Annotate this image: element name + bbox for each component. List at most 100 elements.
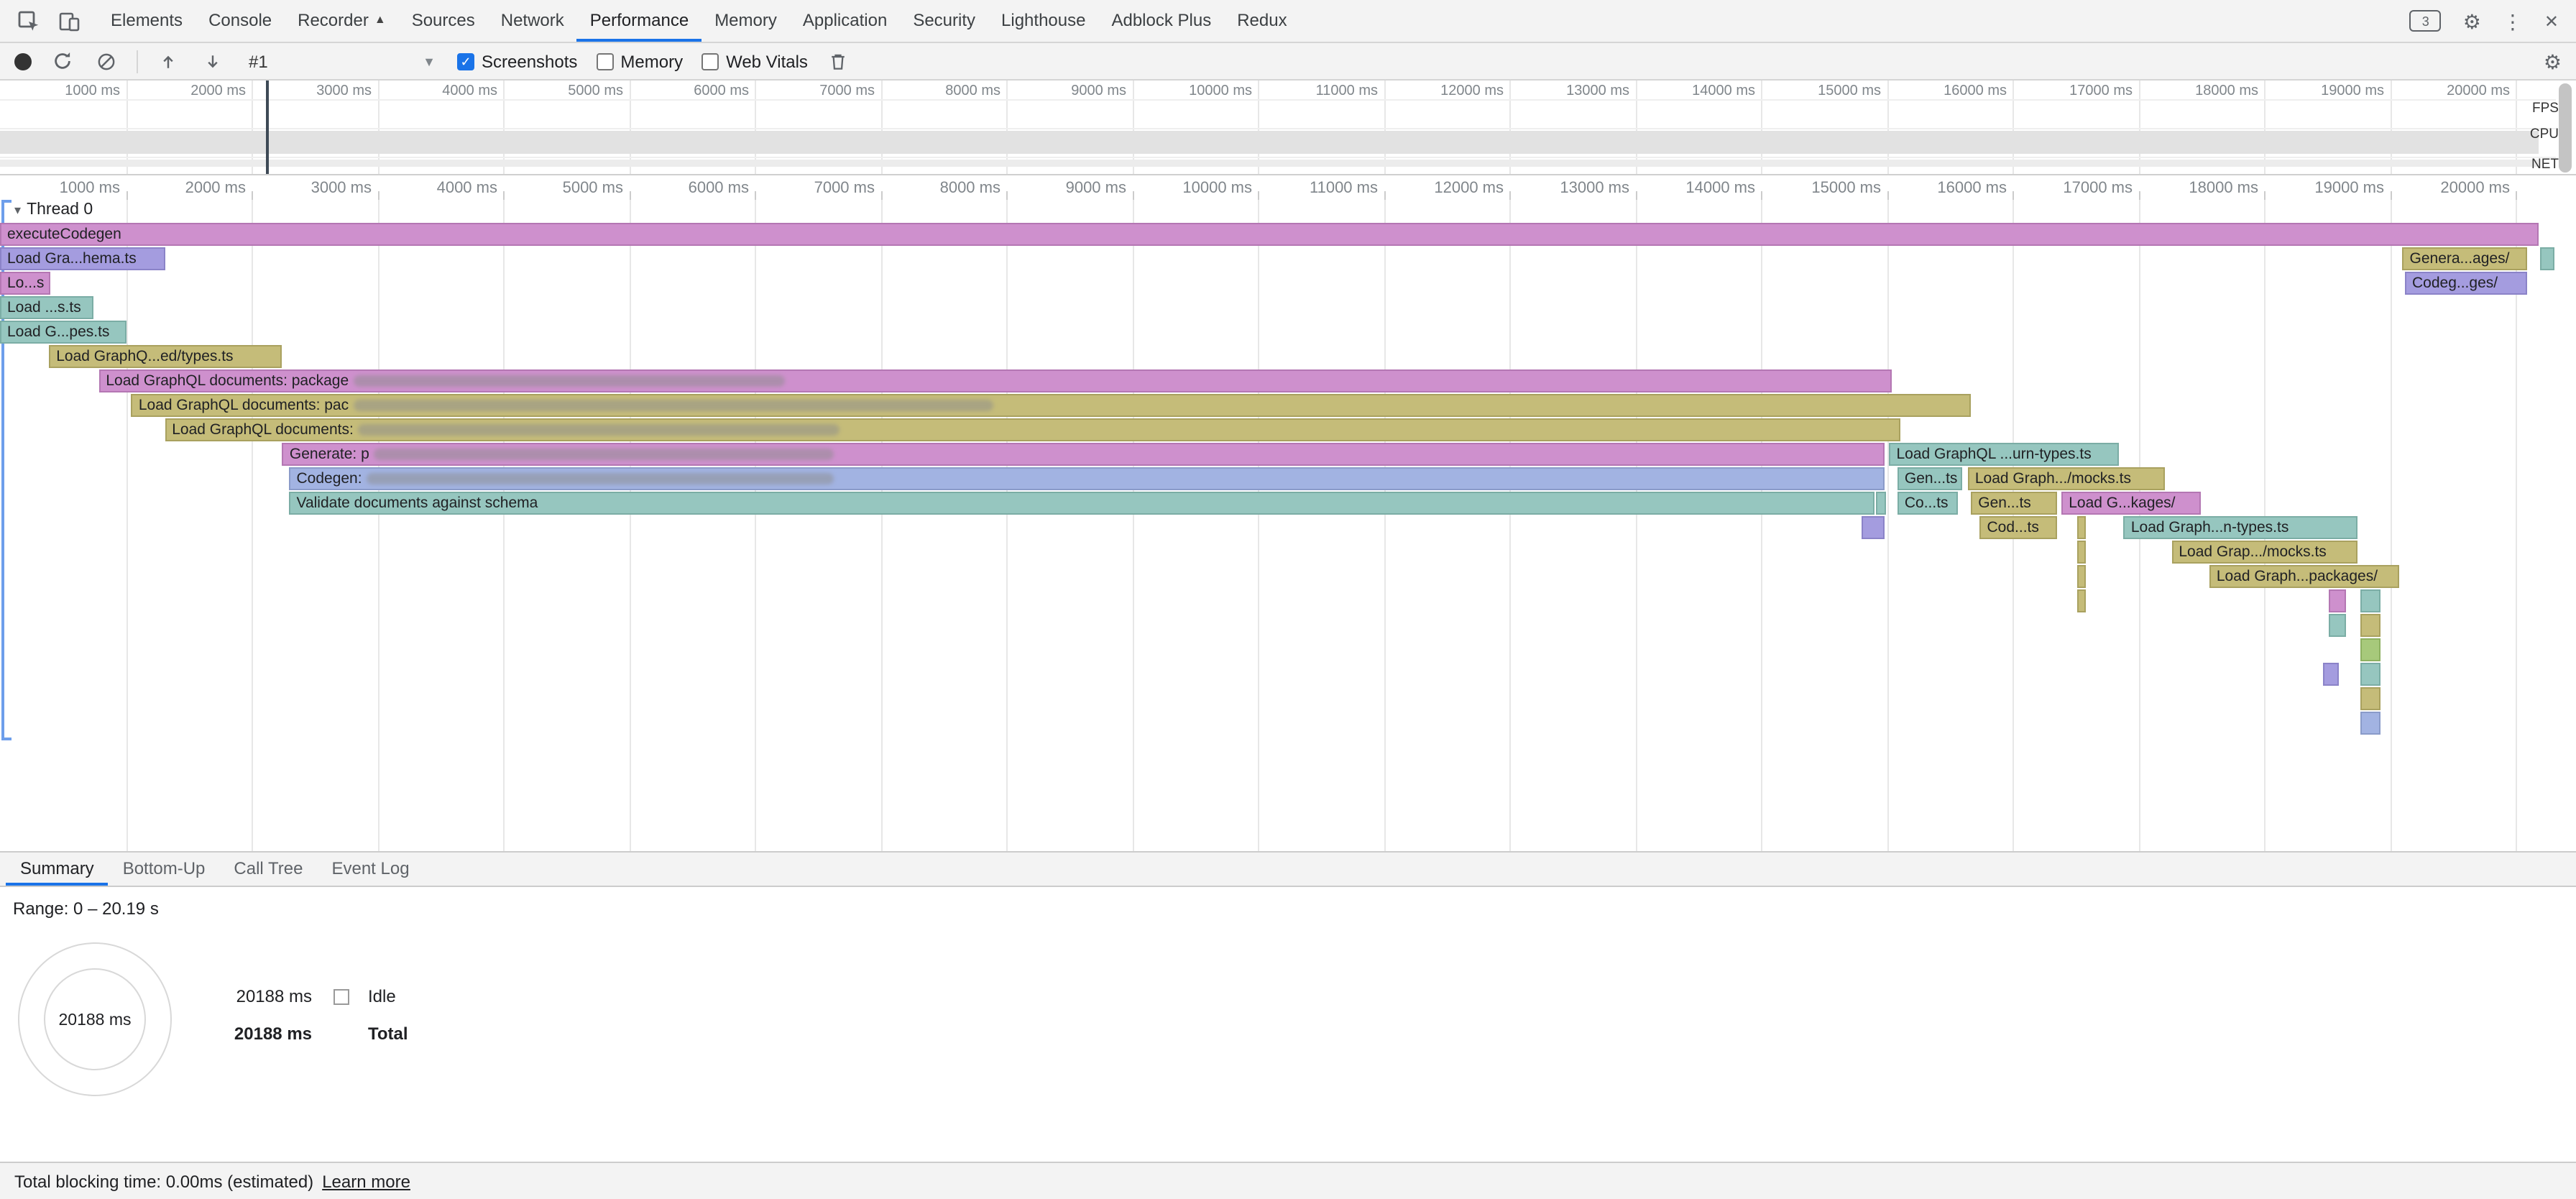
- flame-bar-label: Cod...ts: [1987, 519, 2039, 536]
- ruler-tick-label: 1000 ms: [17, 180, 120, 197]
- tab-memory[interactable]: Memory: [702, 0, 790, 42]
- flame-bar[interactable]: Load Grap.../mocks.ts: [2171, 541, 2357, 564]
- tab-performance[interactable]: Performance: [577, 0, 702, 42]
- ruler-tick-label: 9000 ms: [1023, 180, 1126, 197]
- details-tab-bottom-up[interactable]: Bottom-Up: [109, 853, 220, 886]
- tab-console[interactable]: Console: [196, 0, 285, 42]
- load-profile-icon[interactable]: [154, 47, 183, 75]
- learn-more-link[interactable]: Learn more: [322, 1171, 410, 1191]
- reload-and-record-icon[interactable]: [47, 47, 76, 75]
- checkbox-box-memory[interactable]: [596, 52, 613, 70]
- flame-chart[interactable]: ▾ Thread 0 executeCodegenLoad Gra...hema…: [0, 200, 2556, 851]
- flame-bar[interactable]: Validate documents against schema: [290, 492, 1874, 515]
- redacted-text: [374, 449, 834, 460]
- record-button[interactable]: [14, 52, 32, 70]
- flame-bar[interactable]: Genera...ages/: [2403, 247, 2527, 270]
- checkbox-web-vitals[interactable]: Web Vitals: [702, 51, 808, 71]
- legend-label: Total: [368, 1024, 408, 1044]
- flame-bar[interactable]: [2076, 516, 2085, 539]
- flame-bar[interactable]: Load GraphQL documents: pac: [132, 394, 1971, 417]
- tab-recorder[interactable]: Recorder▲: [285, 0, 399, 42]
- ruler-tick-label: 18000 ms: [2155, 180, 2258, 197]
- flame-bar[interactable]: Load GraphQL ...urn-types.ts: [1890, 443, 2119, 466]
- tab-application[interactable]: Application: [790, 0, 900, 42]
- scrollbar[interactable]: [2556, 81, 2576, 851]
- overview-marker[interactable]: [266, 81, 269, 174]
- flame-bar[interactable]: Lo...s: [0, 272, 51, 295]
- details-tab-event-log[interactable]: Event Log: [317, 853, 423, 886]
- flame-bar[interactable]: [2323, 663, 2338, 686]
- flame-bar[interactable]: Load Graph.../mocks.ts: [1968, 467, 2166, 490]
- kebab-menu-icon[interactable]: ⋮: [2503, 11, 2523, 31]
- details-tab-call-tree[interactable]: Call Tree: [219, 853, 317, 886]
- flame-bar[interactable]: [2361, 663, 2380, 686]
- inspect-element-icon[interactable]: [14, 6, 43, 35]
- flame-bar-label: Load G...pes.ts: [7, 323, 109, 341]
- checkbox-memory[interactable]: Memory: [596, 51, 683, 71]
- flame-bar[interactable]: [2539, 247, 2554, 270]
- flame-bar[interactable]: Codeg...ges/: [2405, 272, 2526, 295]
- flame-bar[interactable]: [2361, 638, 2380, 661]
- flame-bar[interactable]: Gen...ts: [1898, 467, 1961, 490]
- overview-tick-label: 10000 ms: [1149, 83, 1252, 99]
- ruler-tick-label: 4000 ms: [394, 180, 497, 197]
- flame-bar[interactable]: [2361, 614, 2380, 637]
- details-tab-summary[interactable]: Summary: [6, 853, 109, 886]
- flame-bar[interactable]: [2328, 614, 2346, 637]
- capture-settings-gear-icon[interactable]: ⚙: [2544, 51, 2562, 71]
- flame-gridline: [1258, 200, 1259, 851]
- flame-bar[interactable]: Co...ts: [1898, 492, 1959, 515]
- flame-bar[interactable]: [2328, 589, 2346, 612]
- flame-bar[interactable]: Load Gra...hema.ts: [0, 247, 165, 270]
- tab-lighthouse[interactable]: Lighthouse: [988, 0, 1098, 42]
- flame-bar[interactable]: Gen...ts: [1971, 492, 2056, 515]
- device-toolbar-icon[interactable]: [55, 6, 83, 35]
- ruler-tick: [377, 191, 379, 200]
- flame-bar[interactable]: [2076, 541, 2085, 564]
- trash-icon[interactable]: [824, 47, 852, 75]
- checkbox-screenshots[interactable]: ✓Screenshots: [457, 51, 577, 71]
- checkbox-box-screenshots[interactable]: ✓: [457, 52, 474, 70]
- timeline-overview[interactable]: 1000 ms2000 ms3000 ms4000 ms5000 ms6000 …: [0, 81, 2576, 175]
- save-profile-icon[interactable]: [198, 47, 227, 75]
- close-icon[interactable]: ✕: [2544, 12, 2559, 29]
- tabbar-right-icons: 3 ⚙ ⋮ ✕: [2410, 10, 2576, 32]
- flame-bar[interactable]: [2076, 565, 2085, 588]
- flame-bar-label: Load GraphQL documents:: [172, 421, 354, 438]
- flame-bar[interactable]: Load Graph...n-types.ts: [2124, 516, 2358, 539]
- history-select[interactable]: #1 ▼: [243, 51, 441, 71]
- scrollbar-thumb[interactable]: [2559, 83, 2572, 173]
- tab-sources[interactable]: Sources: [399, 0, 488, 42]
- flame-bar[interactable]: Load G...pes.ts: [0, 321, 126, 344]
- tab-redux[interactable]: Redux: [1224, 0, 1300, 42]
- flame-bar[interactable]: Load GraphQL documents: package: [98, 369, 1892, 392]
- flame-bar[interactable]: Codegen:: [290, 467, 1885, 490]
- flame-bar[interactable]: [1862, 516, 1885, 539]
- flame-bar[interactable]: [1876, 492, 1886, 515]
- tab-network[interactable]: Network: [488, 0, 577, 42]
- flame-bar[interactable]: [2361, 712, 2380, 735]
- flame-bar[interactable]: Load G...kages/: [2061, 492, 2201, 515]
- flame-bar[interactable]: Load ...s.ts: [0, 296, 93, 319]
- overview-tick-label: 11000 ms: [1274, 83, 1378, 99]
- flame-bar[interactable]: [2361, 589, 2380, 612]
- issues-counter-icon[interactable]: 3: [2410, 10, 2442, 32]
- flame-bar[interactable]: executeCodegen: [0, 223, 2539, 246]
- tab-elements[interactable]: Elements: [98, 0, 196, 42]
- settings-gear-icon[interactable]: ⚙: [2463, 11, 2481, 31]
- thread-toggle[interactable]: ▾ Thread 0: [14, 201, 93, 219]
- flame-bar-label: Lo...s: [7, 275, 44, 292]
- tab-security[interactable]: Security: [900, 0, 988, 42]
- flame-gridline: [629, 200, 630, 851]
- checkbox-box-web-vitals[interactable]: [702, 52, 719, 70]
- flame-bar[interactable]: Cod...ts: [1980, 516, 2057, 539]
- clear-icon[interactable]: [92, 47, 121, 75]
- flame-bar[interactable]: Load Graph...packages/: [2209, 565, 2398, 588]
- flame-bar[interactable]: Generate: p: [282, 443, 1885, 466]
- flame-bar[interactable]: Load GraphQ...ed/types.ts: [49, 345, 282, 368]
- flame-bar[interactable]: [2361, 687, 2380, 710]
- flame-bar[interactable]: Load GraphQL documents:: [165, 418, 1900, 441]
- net-activity-band: [0, 160, 2539, 167]
- tab-adblock-plus[interactable]: Adblock Plus: [1098, 0, 1224, 42]
- flame-bar[interactable]: [2076, 589, 2085, 612]
